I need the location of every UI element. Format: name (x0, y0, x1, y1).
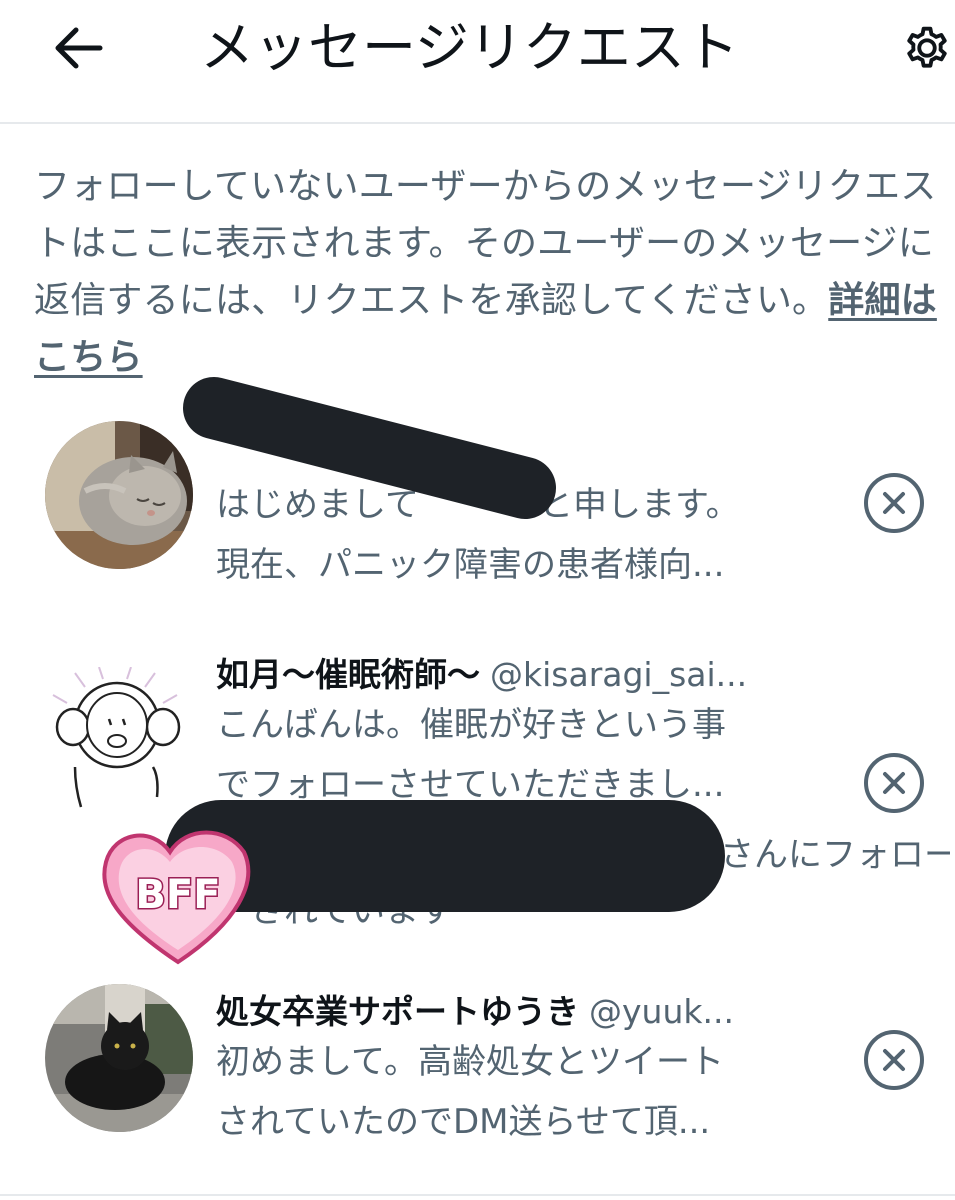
sender-name-line: 処女卒業サポートゆうき @yuuk... (216, 988, 826, 1036)
info-description: フォローしていないユーザーからのメッセージリクエストはここに表示されます。そのユ… (34, 166, 937, 321)
message-preview-line1: こんばんは。催眠が好きという事 (216, 705, 726, 745)
cat-photo-avatar (45, 421, 193, 569)
dismiss-icon[interactable] (862, 1028, 926, 1092)
dismiss-icon[interactable] (862, 751, 926, 815)
header-divider (0, 122, 955, 124)
bff-heart-sticker: BFF (102, 830, 251, 965)
message-request-item[interactable]: 処女卒業サポートゆうき @yuuk... 初めまして。高齢処女とツイート されてい… (0, 982, 955, 1162)
avatar[interactable] (45, 421, 193, 569)
cat-photo-avatar (45, 984, 193, 1132)
list-divider (0, 1194, 955, 1196)
drawing-avatar (52, 667, 181, 808)
avatar[interactable] (45, 667, 193, 815)
info-text: フォローしていないユーザーからのメッセージリクエストはここに表示されます。そのユ… (34, 158, 955, 386)
message-preview-end: と申します。 (538, 485, 740, 525)
top-app-bar: メッセージリクエスト (0, 0, 955, 122)
settings-button[interactable] (893, 14, 955, 82)
display-name: 処女卒業サポートゆうき (216, 992, 579, 1031)
sticker-label: BFF (135, 872, 220, 918)
back-button[interactable] (46, 20, 110, 76)
page-title: メッセージリクエスト (200, 16, 739, 79)
gear-icon (907, 26, 947, 68)
message-preview-line2: 現在、パニック障害の患者様向... (216, 545, 725, 585)
arrow-left-icon (55, 27, 103, 69)
message-preview-line1: はじめまして と申します。 (216, 475, 816, 535)
user-handle: @kisaragi_sai... (490, 655, 748, 694)
followed-by-text: さんにフォロー (720, 835, 950, 875)
message-preview-line1: 初めまして。高齢処女とツイート (216, 1042, 724, 1082)
message-preview-line2: されていたのでDM送らせて頂... (216, 1102, 711, 1142)
sender-name-line: 如月〜催眠術師〜 @kisaragi_sai... (216, 651, 826, 699)
message-preview-start: はじめまして (216, 485, 419, 525)
user-handle: @yuuk... (589, 992, 734, 1031)
message-request-item[interactable]: はじめまして と申します。 現在、パニック障害の患者様向... (0, 415, 955, 595)
dismiss-icon[interactable] (862, 471, 926, 535)
display-name: 如月〜催眠術師〜 (216, 655, 480, 694)
avatar[interactable] (45, 984, 193, 1132)
